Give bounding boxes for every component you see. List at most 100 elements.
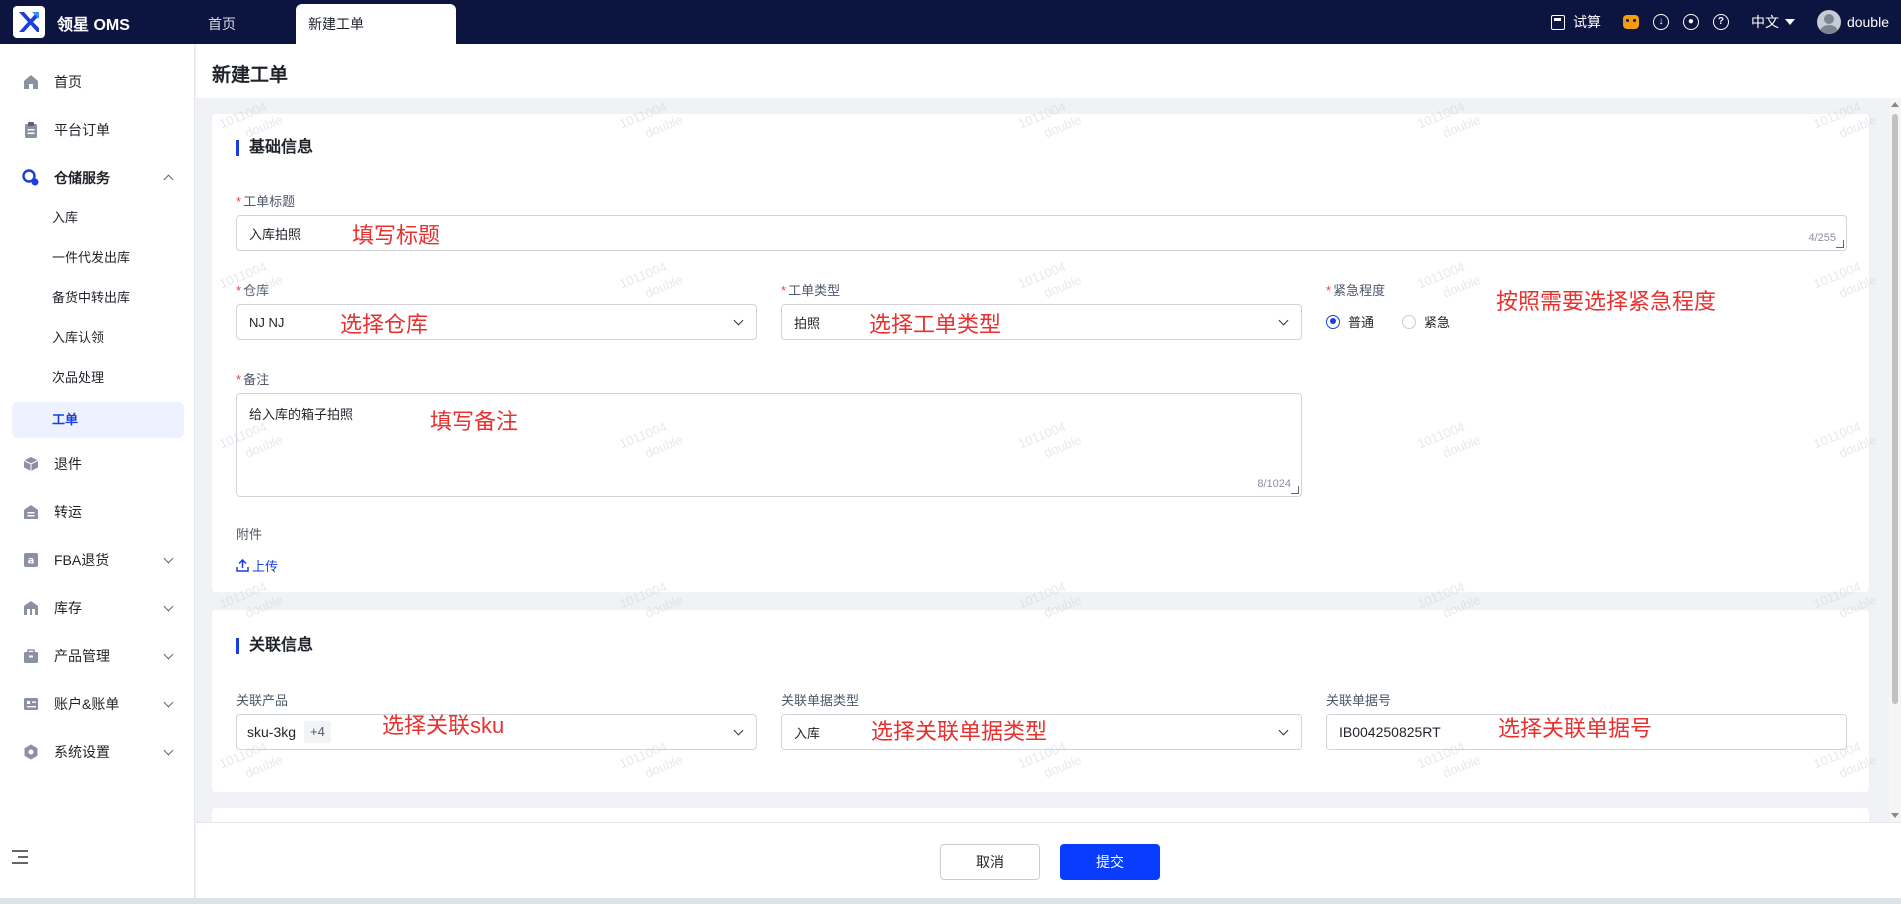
chevron-down-icon bbox=[733, 315, 744, 326]
logo-icon bbox=[19, 12, 39, 32]
related-doc-type-label: 关联单据类型 bbox=[781, 693, 860, 708]
annotation-product: 选择关联sku bbox=[382, 713, 505, 738]
submit-button[interactable]: 提交 bbox=[1060, 844, 1160, 880]
username: double bbox=[1846, 14, 1889, 30]
sidebar-item-returns[interactable]: 退件 bbox=[12, 446, 184, 482]
work-order-type-select[interactable]: 拍照 bbox=[781, 304, 1302, 340]
tab-new-work-order[interactable]: 新建工单 bbox=[296, 4, 456, 44]
scrollbar-thumb[interactable] bbox=[1892, 114, 1898, 704]
resize-handle-icon[interactable] bbox=[1836, 240, 1844, 248]
language-select[interactable]: 中文 bbox=[1751, 12, 1795, 32]
chevron-down-icon bbox=[163, 697, 174, 708]
upload-button[interactable]: 上传 bbox=[236, 556, 278, 575]
avatar bbox=[1816, 10, 1841, 34]
chevron-down-icon bbox=[733, 725, 744, 736]
cancel-button[interactable]: 取消 bbox=[940, 844, 1040, 880]
robot-button[interactable] bbox=[1622, 15, 1639, 29]
attachment-label: 附件 bbox=[236, 527, 263, 542]
remark-counter: 8/1024 bbox=[1257, 478, 1291, 490]
sidebar-subitem-inbound[interactable]: 入库 bbox=[12, 200, 184, 236]
annotation-type: 选择工单类型 bbox=[869, 312, 1002, 337]
title-input[interactable]: 入库拍照 4/255 bbox=[236, 215, 1847, 251]
annotation-urgency: 按照需要选择紧急程度 bbox=[1496, 289, 1717, 314]
chevron-down-icon bbox=[1278, 315, 1289, 326]
calc-button[interactable]: 试算 bbox=[1550, 12, 1601, 32]
settings-icon bbox=[22, 743, 40, 761]
calc-label: 试算 bbox=[1572, 14, 1601, 30]
related-product-label: 关联产品 bbox=[236, 693, 289, 708]
help-icon: ? bbox=[1712, 14, 1729, 30]
sidebar-item-system-settings[interactable]: 系统设置 bbox=[12, 734, 184, 770]
caret-down-icon bbox=[1784, 19, 1795, 25]
top-bar: 领星 OMS 首页 新建工单 试算 ↓ ● ? 中文 double bbox=[0, 0, 1901, 44]
collapse-sidebar-icon[interactable] bbox=[12, 850, 30, 864]
home-icon bbox=[22, 73, 40, 91]
radio-unchecked-icon bbox=[1402, 314, 1416, 329]
bottom-strip bbox=[0, 898, 1901, 904]
sidebar-item-label: 仓储服务 bbox=[54, 170, 110, 186]
urgency-radio-urgent[interactable]: 紧急 bbox=[1402, 312, 1450, 331]
help-button[interactable]: ? bbox=[1712, 14, 1729, 30]
sidebar-subitem-inbound-claim[interactable]: 入库认领 bbox=[12, 320, 184, 356]
sidebar-item-fba-returns[interactable]: a FBA退货 bbox=[12, 542, 184, 578]
upload-icon bbox=[236, 559, 249, 572]
sidebar-item-label: 退件 bbox=[54, 456, 82, 472]
calculator-icon bbox=[1550, 14, 1565, 30]
return-icon bbox=[22, 455, 40, 473]
sidebar-item-platform-orders[interactable]: 平台订单 bbox=[12, 112, 184, 148]
annotation-remark: 填写备注 bbox=[430, 409, 519, 434]
sidebar: 首页 平台订单 仓储服务 入库 一件代发出库 备货中转出库 入库认领 次品处理 … bbox=[0, 44, 195, 904]
chevron-up-icon bbox=[163, 174, 174, 185]
scroll-up-icon[interactable] bbox=[1891, 102, 1899, 107]
chevron-down-icon bbox=[163, 601, 174, 612]
clipboard-icon bbox=[22, 121, 40, 139]
chevron-down-icon bbox=[163, 553, 174, 564]
resize-handle-icon[interactable] bbox=[1291, 486, 1299, 494]
sidebar-subitem-work-order[interactable]: 工单 bbox=[12, 402, 184, 438]
sidebar-subitem-dropship-outbound[interactable]: 一件代发出库 bbox=[12, 240, 184, 276]
chevron-down-icon bbox=[163, 745, 174, 756]
sidebar-item-label: 产品管理 bbox=[54, 648, 110, 664]
scroll-down-icon[interactable] bbox=[1891, 813, 1899, 818]
sidebar-item-label: 平台订单 bbox=[54, 122, 110, 138]
sidebar-item-transfer[interactable]: 转运 bbox=[12, 494, 184, 530]
sidebar-item-home[interactable]: 首页 bbox=[12, 64, 184, 100]
scrollbar[interactable] bbox=[1889, 98, 1901, 822]
sidebar-item-account-billing[interactable]: 账户&账单 bbox=[12, 686, 184, 722]
remark-label: * 备注 bbox=[236, 372, 270, 387]
language-label: 中文 bbox=[1750, 14, 1779, 30]
work-order-type-label: * 工单类型 bbox=[781, 283, 841, 298]
sidebar-subitem-defective[interactable]: 次品处理 bbox=[12, 360, 184, 396]
sidebar-item-product-management[interactable]: 产品管理 bbox=[12, 638, 184, 674]
sidebar-item-inventory[interactable]: 库存 bbox=[12, 590, 184, 626]
annotation-doc-type: 选择关联单据类型 bbox=[871, 719, 1048, 744]
settings-button[interactable]: ● bbox=[1682, 14, 1699, 30]
amazon-icon: a bbox=[22, 551, 40, 569]
robot-icon bbox=[1622, 15, 1639, 29]
chevron-down-icon bbox=[163, 649, 174, 660]
download-button[interactable]: ↓ bbox=[1652, 14, 1669, 30]
urgency-radio-normal[interactable]: 普通 bbox=[1326, 312, 1374, 331]
warehouse-service-icon bbox=[22, 169, 40, 187]
product-icon bbox=[22, 647, 40, 665]
inventory-icon bbox=[22, 599, 40, 617]
annotation-title: 填写标题 bbox=[352, 223, 441, 248]
remark-textarea[interactable]: 给入库的箱子拍照 8/1024 bbox=[236, 393, 1302, 497]
brand-name: 领星 OMS bbox=[57, 17, 130, 34]
transfer-icon bbox=[22, 503, 40, 521]
tab-home[interactable]: 首页 bbox=[196, 4, 248, 44]
page-header: 新建工单 bbox=[196, 44, 1901, 98]
warehouse-select[interactable]: NJ NJ bbox=[236, 304, 757, 340]
sidebar-item-label: 账户&账单 bbox=[54, 696, 120, 712]
app-logo[interactable] bbox=[13, 6, 45, 38]
top-right-toolbar: 试算 ↓ ● ? 中文 double bbox=[1537, 0, 1901, 44]
warehouse-label: * 仓库 bbox=[236, 283, 270, 298]
urgency-label: * 紧急程度 bbox=[1326, 283, 1386, 298]
download-icon: ↓ bbox=[1652, 14, 1669, 30]
main-content: 新建工单 基础信息 * 工单标题 入库拍照 4/255 填写标题 * 仓库 NJ N… bbox=[196, 44, 1901, 904]
related-doc-no-label: 关联单据号 bbox=[1326, 693, 1392, 708]
related-info-card: 关联信息 关联产品 sku-3kg +4 选择关联sku 关联单据类型 入库 选… bbox=[212, 610, 1869, 792]
user-menu[interactable]: double bbox=[1816, 10, 1889, 34]
sidebar-subitem-stock-transfer-outbound[interactable]: 备货中转出库 bbox=[12, 280, 184, 316]
sidebar-item-warehouse-service[interactable]: 仓储服务 bbox=[12, 160, 184, 196]
